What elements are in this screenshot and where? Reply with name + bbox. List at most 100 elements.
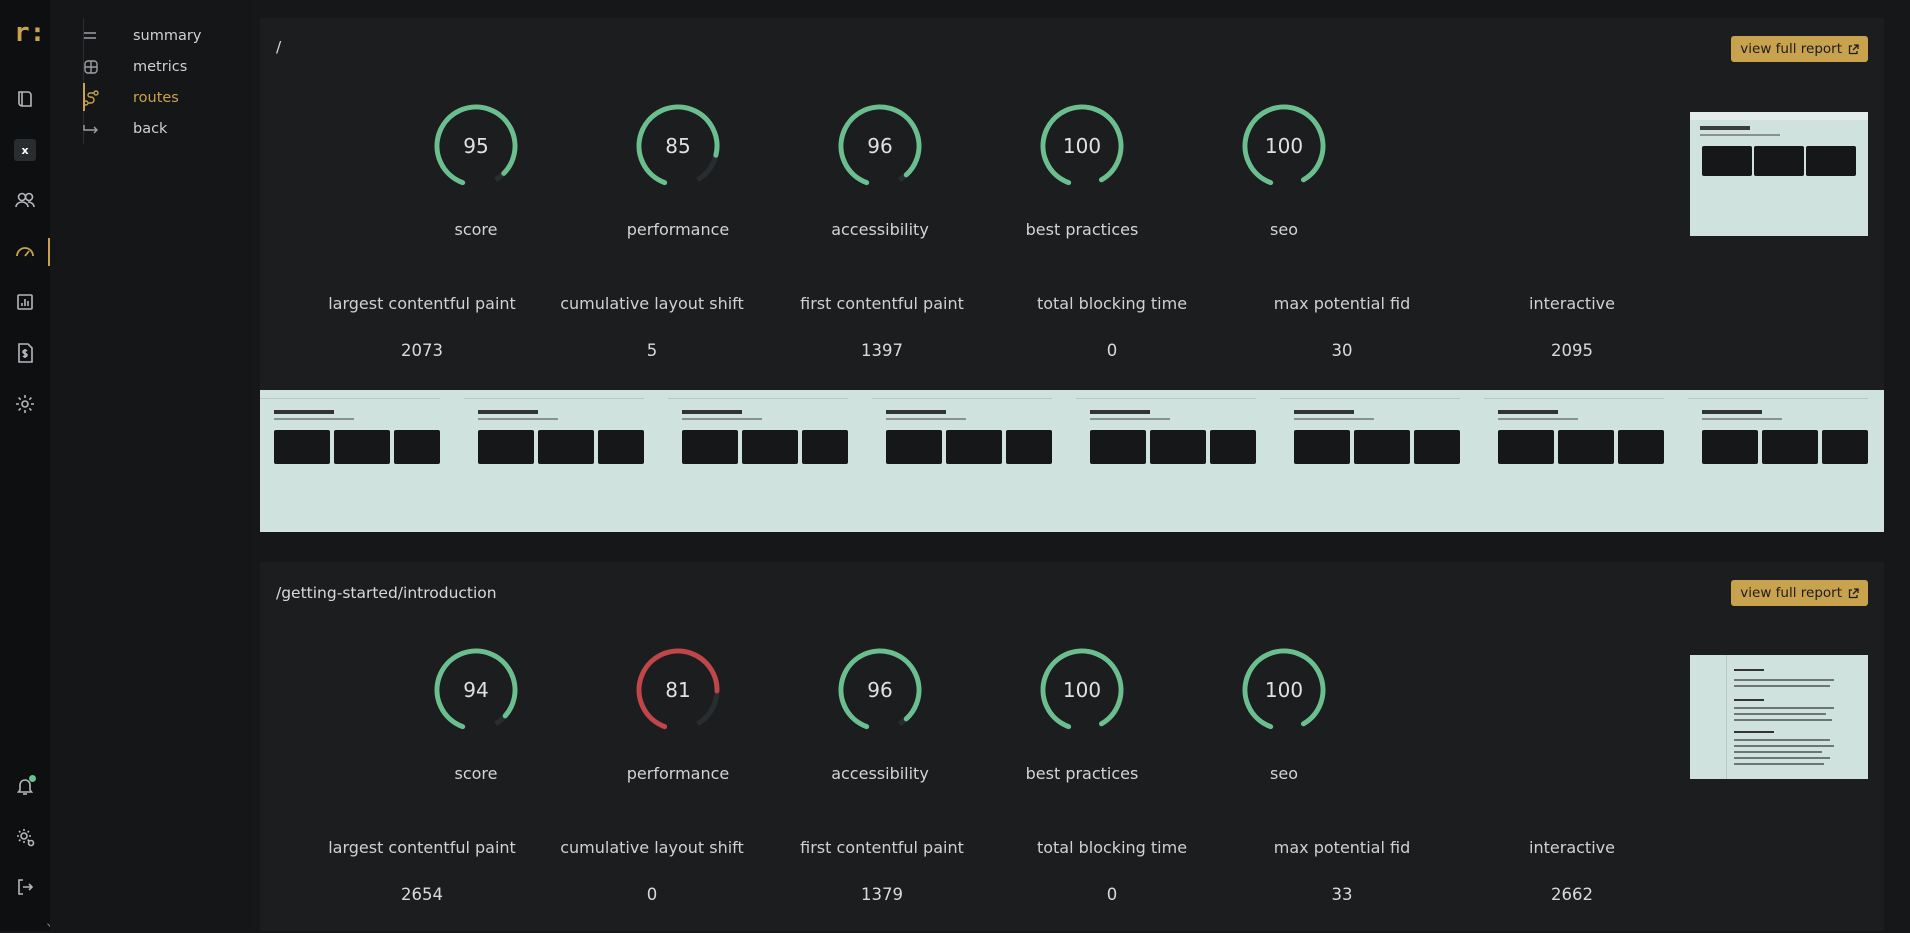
metric-max-potential-fid: max potential fid 30 [1232, 294, 1452, 360]
metric-label: max potential fid [1273, 838, 1411, 857]
route-card: /getting-started/introduction view full … [260, 562, 1884, 931]
nav-item-back[interactable]: back [83, 116, 253, 142]
gauge-value: 100 [1062, 678, 1102, 702]
metric-total-blocking-time: total blocking time 0 [1002, 838, 1222, 904]
view-full-report-label: view full report [1740, 585, 1842, 601]
metric-first-contentful-paint: first contentful paint 1379 [772, 838, 992, 904]
metric-label: first contentful paint [800, 838, 964, 857]
gauge-value: 85 [665, 134, 691, 158]
nav-label-back: back [133, 121, 168, 137]
metric-label: interactive [1529, 294, 1615, 313]
filmstrip-frame [1280, 390, 1460, 532]
icon-rail: r: x [0, 0, 53, 933]
gauge-value: 100 [1062, 134, 1102, 158]
external-link-icon [1848, 43, 1859, 54]
users-icon[interactable] [13, 188, 37, 212]
metric-label: first contentful paint [800, 294, 964, 313]
nav-item-summary[interactable]: summary [83, 23, 253, 49]
gear-icon[interactable] [13, 392, 37, 416]
book-icon[interactable] [13, 87, 37, 111]
gauge-label: best practices [1025, 220, 1139, 239]
load-filmstrip [260, 390, 1884, 532]
view-full-report-button[interactable]: view full report [1731, 580, 1868, 606]
metric-cumulative-layout-shift: cumulative layout shift 0 [542, 838, 762, 904]
seo-gauge: 100 seo [1184, 100, 1384, 239]
best-practices-gauge: 100 best practices [982, 644, 1182, 783]
page-screenshot-thumbnail[interactable] [1690, 655, 1868, 779]
view-full-report-button[interactable]: view full report [1731, 36, 1868, 62]
gauge-value: 94 [463, 678, 489, 702]
metric-interactive: interactive 2662 [1462, 838, 1682, 904]
route-path: /getting-started/introduction [276, 584, 497, 602]
gauge-value: 81 [665, 678, 691, 702]
metrics-icon [83, 59, 133, 75]
filmstrip-frame [1688, 390, 1868, 532]
gauge-label: score [454, 220, 498, 239]
score-gauge: 95 score [376, 100, 576, 239]
metric-value: 2662 [1551, 885, 1593, 904]
metric-value: 2095 [1551, 341, 1593, 360]
dollar-doc-icon[interactable] [13, 341, 37, 365]
metric-label: cumulative layout shift [560, 838, 744, 857]
metric-value: 0 [646, 885, 658, 904]
metric-first-contentful-paint: first contentful paint 1397 [772, 294, 992, 360]
x-badge-icon[interactable]: x [13, 138, 37, 162]
nav-item-metrics[interactable]: metrics [83, 54, 253, 80]
gauge-label: seo [1270, 220, 1298, 239]
gauge-label: score [454, 764, 498, 783]
metric-value: 0 [1106, 341, 1118, 360]
gauge-label: performance [626, 220, 730, 239]
gauge-icon[interactable] [13, 239, 37, 263]
metric-value: 1397 [861, 341, 903, 360]
metric-total-blocking-time: total blocking time 0 [1002, 294, 1222, 360]
metric-label: interactive [1529, 838, 1615, 857]
external-link-icon [1848, 587, 1859, 598]
nav-label-summary: summary [133, 28, 202, 44]
nav-label-routes: routes [133, 90, 179, 106]
route-path: / [276, 38, 282, 56]
metric-largest-contentful-paint: largest contentful paint 2654 [312, 838, 532, 904]
bar-chart-icon[interactable] [13, 290, 37, 314]
nav-item-routes[interactable]: routes [83, 85, 253, 111]
logout-icon[interactable] [13, 875, 37, 899]
metric-label: largest contentful paint [328, 294, 516, 313]
view-full-report-label: view full report [1740, 41, 1842, 57]
gauge-value: 100 [1264, 134, 1304, 158]
filmstrip-frame [260, 390, 440, 532]
metric-value: 2654 [401, 885, 443, 904]
metric-value: 30 [1331, 341, 1353, 360]
performance-gauge: 85 performance [578, 100, 778, 239]
metric-max-potential-fid: max potential fid 33 [1232, 838, 1452, 904]
x-badge: x [14, 139, 36, 161]
gauge-label: accessibility [831, 220, 929, 239]
notification-dot [29, 775, 36, 782]
metric-label: max potential fid [1273, 294, 1411, 313]
return-icon [83, 123, 133, 135]
gauge-label: best practices [1025, 764, 1139, 783]
metric-value: 5 [646, 341, 658, 360]
main-content: / view full report 95 score 85 performan… [252, 0, 1910, 931]
gauge-label: performance [626, 764, 730, 783]
filmstrip-frame [668, 390, 848, 532]
settings-user-icon[interactable] [13, 825, 37, 849]
metric-label: largest contentful paint [328, 838, 516, 857]
best-practices-gauge: 100 best practices [982, 100, 1182, 239]
route-card: / view full report 95 score 85 performan… [260, 18, 1884, 532]
bell-icon[interactable] [13, 774, 37, 798]
app-logo[interactable]: r: [14, 20, 45, 46]
filmstrip-frame [1484, 390, 1664, 532]
metric-value: 1379 [861, 885, 903, 904]
metric-value: 33 [1331, 885, 1353, 904]
seo-gauge: 100 seo [1184, 644, 1384, 783]
routes-active-marker [83, 83, 85, 111]
score-gauge: 94 score [376, 644, 576, 783]
metric-value: 0 [1106, 885, 1118, 904]
gauge-label: accessibility [831, 764, 929, 783]
page-screenshot-thumbnail[interactable] [1690, 112, 1868, 236]
filmstrip-frame [872, 390, 1052, 532]
metric-label: total blocking time [1036, 838, 1188, 857]
gauge-label: seo [1270, 764, 1298, 783]
accessibility-gauge: 96 accessibility [780, 100, 980, 239]
filmstrip-frame [464, 390, 644, 532]
metric-cumulative-layout-shift: cumulative layout shift 5 [542, 294, 762, 360]
